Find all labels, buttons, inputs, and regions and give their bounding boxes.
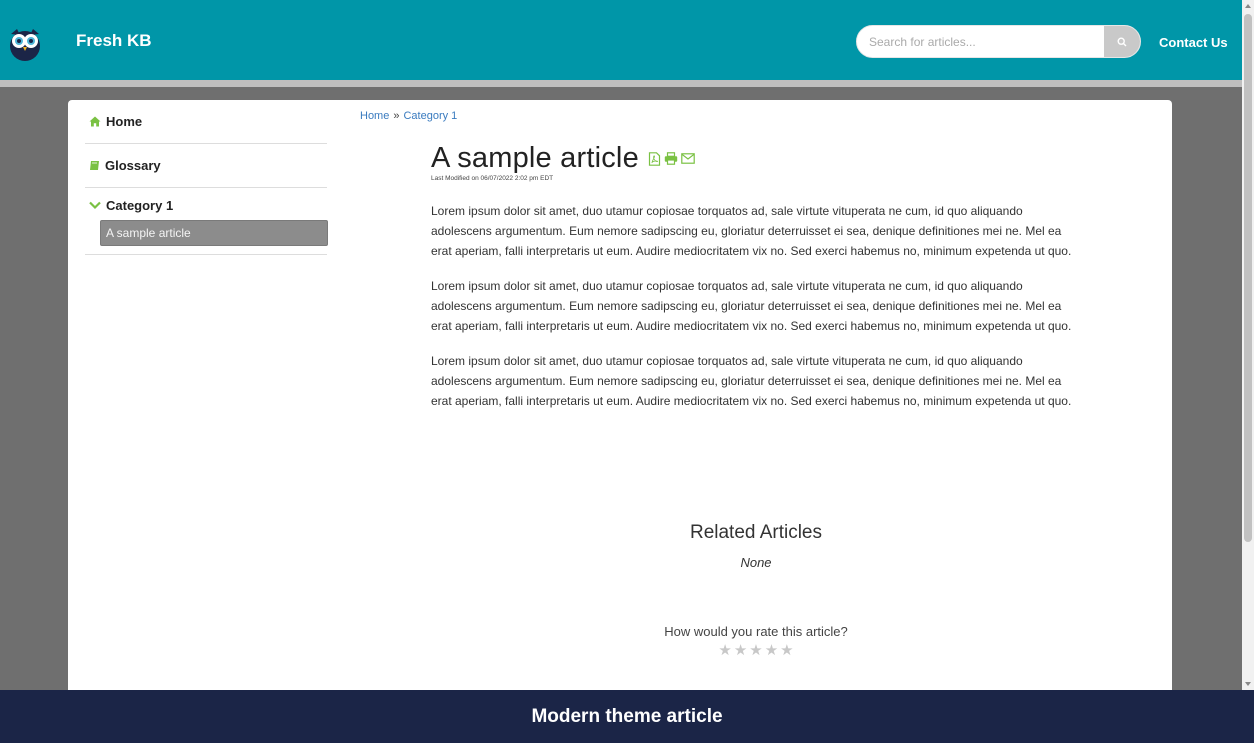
breadcrumb-separator: » [393,110,400,122]
article-paragraph: Lorem ipsum dolor sit amet, duo utamur c… [431,354,1072,408]
article-body: A sample article Last Modified on 06/07/… [431,142,1081,411]
breadcrumb-category-link[interactable]: Category 1 [403,110,457,122]
print-icon[interactable] [664,152,678,165]
sidebar-item-sample-article[interactable]: A sample article [100,220,328,246]
page-scrollbar[interactable] [1242,0,1254,690]
article-paragraph: Lorem ipsum dolor sit amet, duo utamur c… [431,204,1072,258]
related-articles-heading: Related Articles [689,522,822,543]
owl-logo-icon[interactable] [8,26,42,62]
sidebar-nav: Home Glossary Category 1 A sample articl… [85,100,328,255]
scroll-up-arrow-icon[interactable] [1245,4,1251,8]
rating-stars: ★ ★ ★ ★ ★ [431,643,1081,659]
email-icon[interactable] [681,153,695,164]
sidebar-item-home[interactable]: Home [85,100,327,144]
sidebar-category: Category 1 A sample article [85,188,328,255]
related-articles: Related Articles None [431,522,1081,570]
sidebar-item-glossary[interactable]: Glossary [85,144,327,188]
search-box [856,25,1141,58]
sidebar-item-category-1[interactable]: Category 1 [89,198,327,213]
star-icon[interactable]: ★ [780,643,793,659]
pdf-icon[interactable] [648,151,661,166]
article-rating: How would you rate this article? ★ ★ ★ ★… [431,624,1081,659]
related-articles-none: None [740,555,772,570]
sidebar-item-label: Glossary [105,158,161,173]
book-icon [89,160,100,171]
article-actions [648,151,695,166]
scroll-down-arrow-icon[interactable] [1245,682,1251,686]
article-title: A sample article [431,142,639,174]
footer-banner: Modern theme article [0,690,1254,743]
star-icon[interactable]: ★ [765,643,778,659]
article-title-row: A sample article [431,142,1081,175]
sidebar-category-label: Category 1 [106,198,174,213]
contact-us-link[interactable]: Contact Us [1159,35,1228,50]
search-button[interactable] [1104,26,1140,57]
star-icon[interactable]: ★ [749,643,762,659]
scroll-thumb[interactable] [1244,14,1252,542]
home-icon [89,116,101,127]
last-modified: Last Modified on 06/07/2022 2:02 pm EDT [431,175,554,182]
sidebar-item-label: Home [106,114,143,129]
rating-question: How would you rate this article? [664,624,848,639]
search-icon [1117,36,1127,46]
star-icon[interactable]: ★ [734,643,747,659]
content-card: Home Glossary Category 1 A sample articl… [68,100,1172,700]
article-paragraph: Lorem ipsum dolor sit amet, duo utamur c… [431,279,1072,333]
search-input[interactable] [857,26,1107,57]
breadcrumb-home-link[interactable]: Home [360,110,389,122]
breadcrumb: Home » Category 1 [360,110,457,122]
star-icon[interactable]: ★ [718,643,731,659]
brand-name[interactable]: Fresh KB [76,31,152,51]
chevron-down-icon [89,201,101,210]
top-header: Fresh KB Contact Us [0,0,1242,87]
